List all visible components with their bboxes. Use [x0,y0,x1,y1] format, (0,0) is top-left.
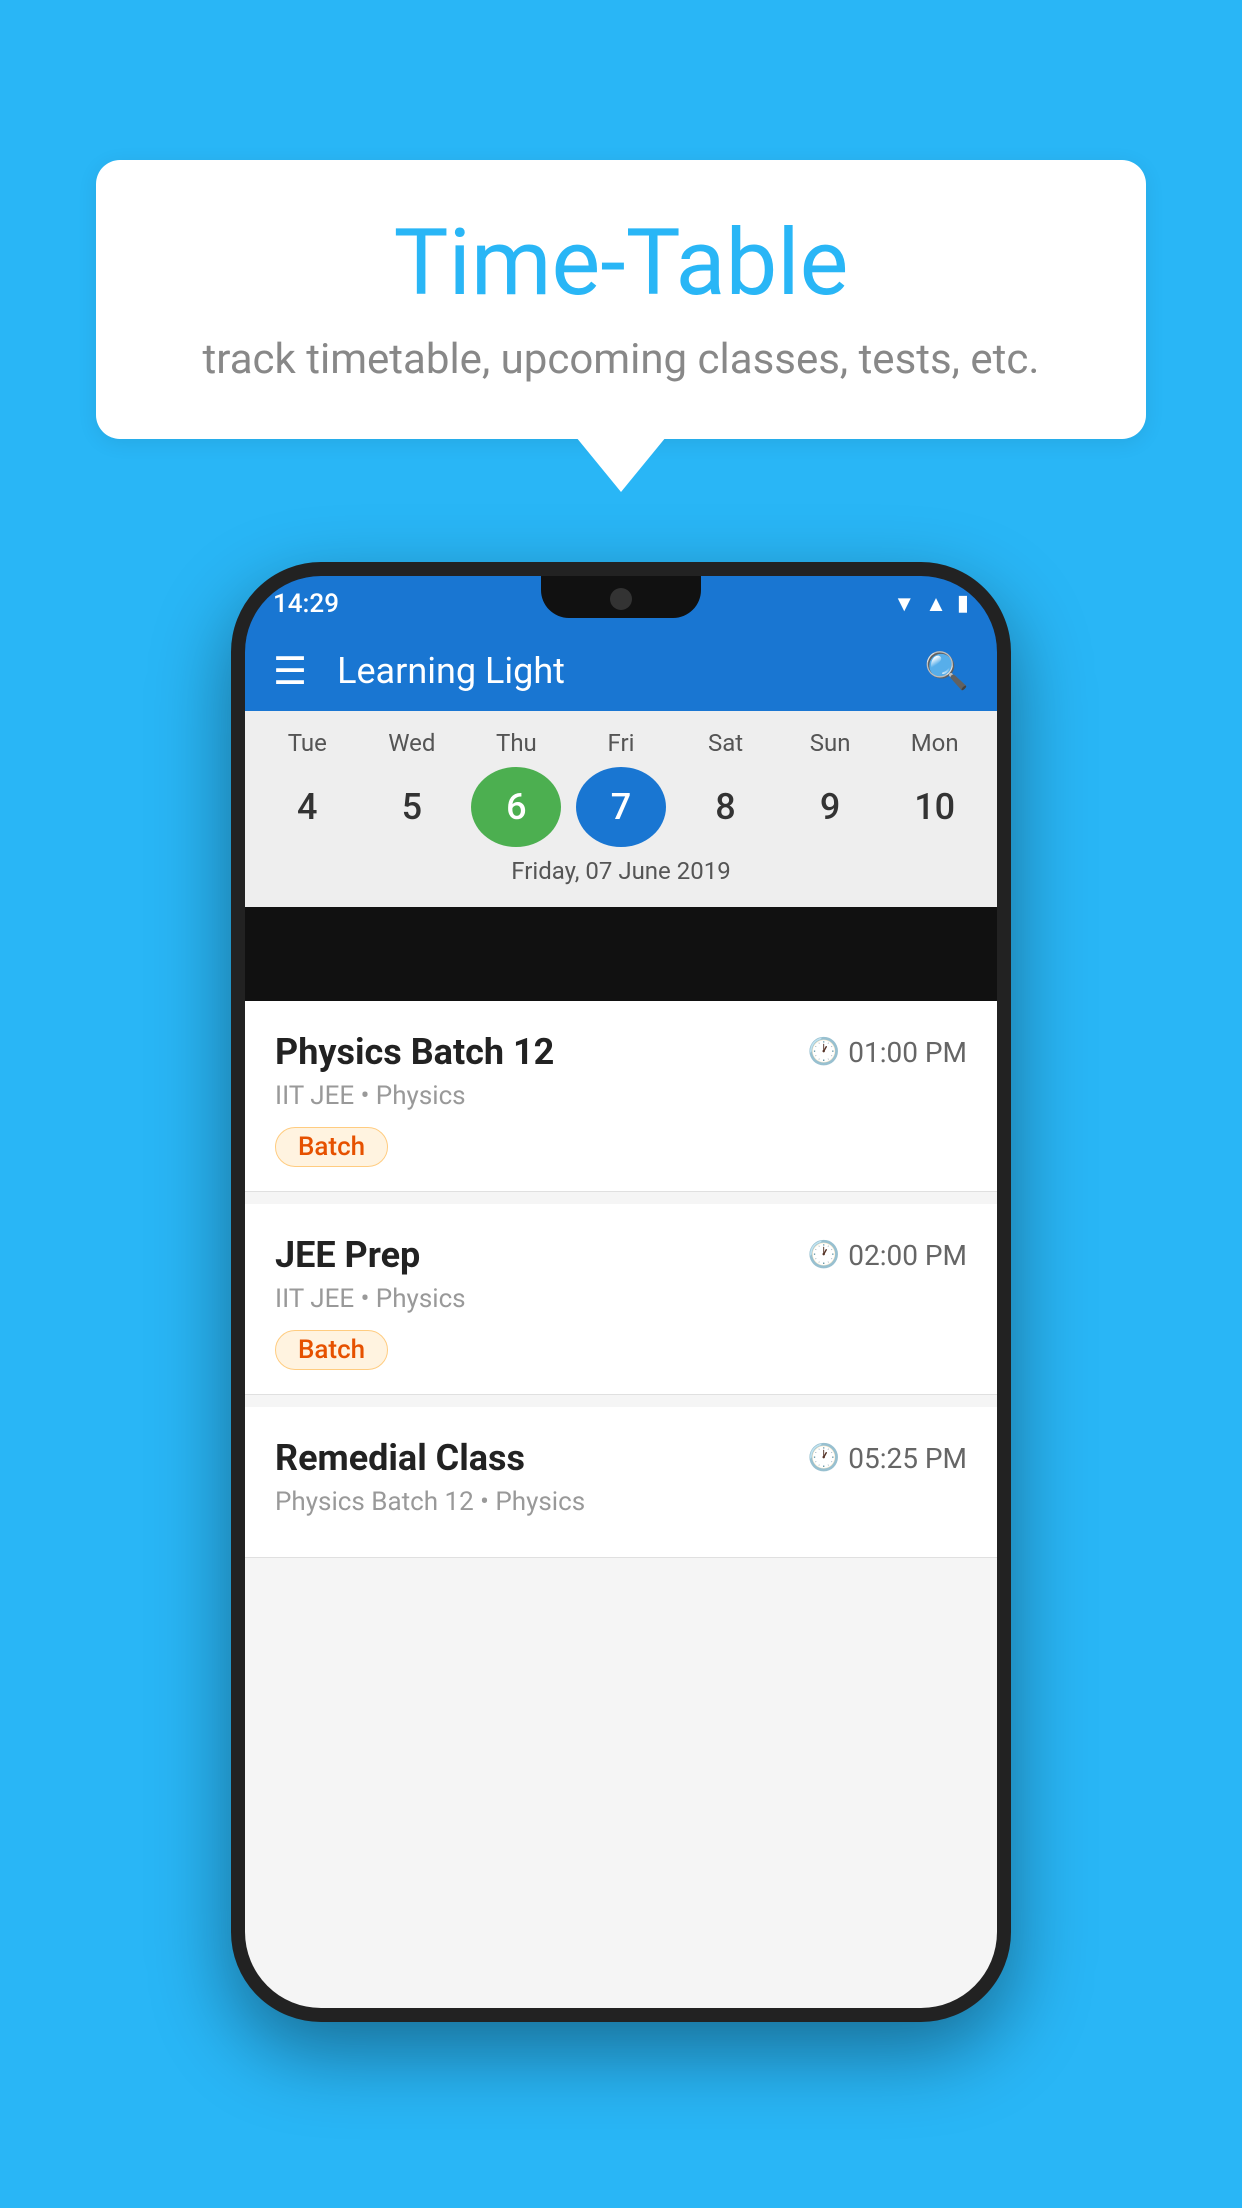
day-label-sat: Sat [681,729,771,757]
day-label-wed: Wed [367,729,457,757]
phone-side-button-1 [231,776,239,846]
schedule-item-row2: JEE Prep 🕐 02:00 PM [275,1234,967,1276]
phone-side-button-3 [1003,826,1011,986]
day-numbers: 4 5 6 7 8 9 10 [245,767,997,847]
day-label-sun: Sun [785,729,875,757]
selected-date-label: Friday, 07 June 2019 [245,847,997,899]
day-label-mon: Mon [890,729,980,757]
wifi-icon: ▼ [893,591,915,617]
phone-mockup: 14:29 ▼ ▲ ▮ ☰ Learning Light 🔍 Tue Wed T… [231,562,1011,2022]
schedule-item-1[interactable]: Physics Batch 12 🕐 01:00 PM IIT JEE • Ph… [245,1001,997,1192]
phone-notch [541,576,701,618]
schedule-time-value-1: 01:00 PM [848,1036,967,1069]
schedule-item-row3: Remedial Class 🕐 05:25 PM [275,1437,967,1479]
schedule-time-value-3: 05:25 PM [848,1442,967,1475]
schedule-time-1: 🕐 01:00 PM [808,1036,967,1069]
toolbar-title: Learning Light [337,650,924,692]
phone-camera [610,588,632,610]
day-label-tue: Tue [262,729,352,757]
speech-bubble-arrow [576,437,666,492]
status-icons: ▼ ▲ ▮ [893,591,969,617]
schedule-title-2: JEE Prep [275,1234,420,1276]
day-4[interactable]: 4 [262,767,352,847]
schedule-time-2: 🕐 02:00 PM [808,1239,967,1272]
signal-icon: ▲ [925,591,947,617]
speech-bubble-container: Time-Table track timetable, upcoming cla… [96,160,1146,492]
menu-icon[interactable]: ☰ [273,649,307,694]
day-10[interactable]: 10 [890,767,980,847]
batch-badge-2: Batch [275,1330,388,1370]
day-label-fri: Fri [576,729,666,757]
schedule-time-value-2: 02:00 PM [848,1239,967,1272]
day-8[interactable]: 8 [681,767,771,847]
schedule-title-3: Remedial Class [275,1437,525,1479]
status-time: 14:29 [273,589,339,619]
phone-container: 14:29 ▼ ▲ ▮ ☰ Learning Light 🔍 Tue Wed T… [0,562,1242,2022]
battery-icon: ▮ [957,591,969,616]
speech-bubble-subtitle: track timetable, upcoming classes, tests… [156,335,1086,384]
day-7-selected[interactable]: 7 [576,767,666,847]
schedule-item-row1: Physics Batch 12 🕐 01:00 PM [275,1031,967,1073]
day-6-today[interactable]: 6 [471,767,561,847]
day-5[interactable]: 5 [367,767,457,847]
speech-bubble-title: Time-Table [156,210,1086,317]
calendar-header: Tue Wed Thu Fri Sat Sun Mon 4 5 6 7 8 9 … [245,711,997,907]
clock-icon-2: 🕐 [808,1240,840,1270]
schedule-item-3[interactable]: Remedial Class 🕐 05:25 PM Physics Batch … [245,1407,997,1558]
clock-icon-1: 🕐 [808,1037,840,1067]
day-9[interactable]: 9 [785,767,875,847]
day-label-thu: Thu [471,729,561,757]
schedule-list: Physics Batch 12 🕐 01:00 PM IIT JEE • Ph… [245,1001,997,2008]
schedule-subtitle-2: IIT JEE • Physics [275,1284,967,1314]
schedule-subtitle-1: IIT JEE • Physics [275,1081,967,1111]
toolbar: ☰ Learning Light 🔍 [245,631,997,711]
schedule-title-1: Physics Batch 12 [275,1031,554,1073]
schedule-subtitle-3: Physics Batch 12 • Physics [275,1487,967,1517]
schedule-time-3: 🕐 05:25 PM [808,1442,967,1475]
batch-badge-1: Batch [275,1127,388,1167]
speech-bubble: Time-Table track timetable, upcoming cla… [96,160,1146,439]
phone-side-button-2 [231,876,239,996]
search-icon[interactable]: 🔍 [924,650,969,692]
schedule-item-2[interactable]: JEE Prep 🕐 02:00 PM IIT JEE • Physics Ba… [245,1204,997,1395]
clock-icon-3: 🕐 [808,1443,840,1473]
day-labels: Tue Wed Thu Fri Sat Sun Mon [245,729,997,757]
